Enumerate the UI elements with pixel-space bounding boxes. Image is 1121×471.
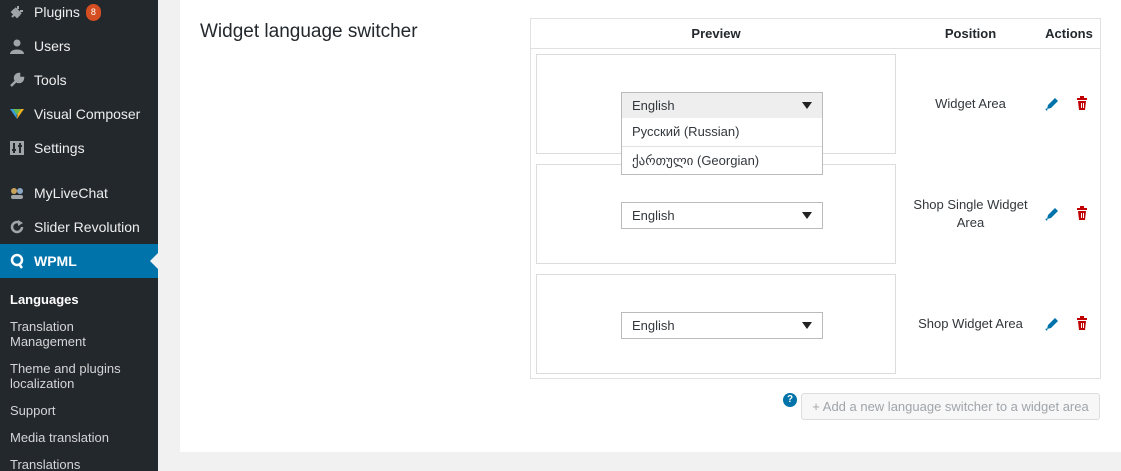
trash-icon[interactable] (1073, 205, 1091, 223)
section-title: Widget language switcher (200, 21, 418, 42)
trash-icon[interactable] (1073, 95, 1091, 113)
submenu-item-translations[interactable]: Translations (10, 457, 150, 471)
menu-item-users[interactable]: Users (0, 29, 158, 63)
language-switcher-table: Preview Position Actions English Русский… (530, 18, 1101, 379)
preview-box: English (536, 274, 896, 374)
position-cell: Widget Area (935, 96, 1006, 111)
submenu-item-languages[interactable]: Languages (10, 292, 150, 307)
caret-down-icon (802, 212, 812, 219)
header-preview: Preview (691, 26, 741, 41)
language-select[interactable]: English (621, 312, 823, 339)
menu-label-mylivechat: MyLiveChat (34, 185, 108, 201)
submenu-item-media-translation[interactable]: Media translation (10, 430, 150, 445)
admin-sidebar: Plugins 8 Users Tools Visual Composer Se… (0, 0, 158, 471)
menu-label-visual-composer: Visual Composer (34, 106, 141, 122)
plug-icon (0, 4, 34, 20)
menu-item-slider-revolution[interactable]: Slider Revolution (0, 210, 158, 244)
preview-box: English (536, 164, 896, 264)
help-icon[interactable]: ? (783, 393, 797, 407)
settings-icon (0, 140, 34, 156)
menu-item-wpml[interactable]: WPML (0, 244, 158, 278)
header-divider (531, 48, 1100, 49)
menu-item-settings[interactable]: Settings (0, 131, 158, 165)
selected-language: English (632, 208, 675, 223)
active-menu-arrow (150, 253, 158, 269)
wrench-icon (0, 72, 34, 88)
add-language-switcher-button[interactable]: + Add a new language switcher to a widge… (801, 393, 1100, 420)
submenu-item-theme-plugins-localization[interactable]: Theme and plugins localization (10, 361, 150, 391)
menu-item-visual-composer[interactable]: Visual Composer (0, 97, 158, 131)
selected-language: English (632, 98, 675, 113)
caret-down-icon (802, 322, 812, 329)
language-dropdown: Русский (Russian) ქართული (Georgian) (621, 118, 823, 175)
caret-down-icon (802, 102, 812, 109)
position-cell: Shop Single Widget Area (913, 197, 1028, 230)
users-icon (0, 38, 34, 54)
menu-label-plugins: Plugins (34, 4, 80, 20)
language-select[interactable]: English (621, 92, 823, 119)
trash-icon[interactable] (1073, 315, 1091, 333)
menu-label-tools: Tools (34, 72, 67, 88)
menu-item-plugins[interactable]: Plugins 8 (0, 0, 158, 29)
edit-icon[interactable] (1043, 95, 1061, 113)
menu-label-users: Users (34, 38, 71, 54)
submenu-item-translation-management[interactable]: Translation Management (10, 319, 150, 349)
menu-item-tools[interactable]: Tools (0, 63, 158, 97)
menu-label-settings: Settings (34, 140, 85, 156)
preview-box: English Русский (Russian) ქართული (Georg… (536, 54, 896, 175)
wpml-icon (0, 253, 34, 269)
header-actions: Actions (1045, 26, 1093, 41)
position-cell: Shop Widget Area (918, 316, 1023, 331)
header-position: Position (944, 26, 997, 41)
menu-label-wpml: WPML (34, 253, 77, 269)
edit-icon[interactable] (1043, 205, 1061, 223)
refresh-icon (0, 219, 34, 235)
menu-item-mylivechat[interactable]: MyLiveChat (0, 176, 158, 210)
selected-language: English (632, 318, 675, 333)
language-select[interactable]: English (621, 202, 823, 229)
menu-label-slider-revolution: Slider Revolution (34, 219, 140, 235)
edit-icon[interactable] (1043, 315, 1061, 333)
visual-composer-icon (0, 106, 34, 122)
chat-icon (0, 185, 34, 201)
plugins-update-badge: 8 (85, 3, 101, 21)
submenu-item-support[interactable]: Support (10, 403, 150, 418)
language-option-georgian[interactable]: ქართული (Georgian) (622, 146, 822, 174)
language-option-russian[interactable]: Русский (Russian) (622, 118, 822, 146)
settings-panel: Widget language switcher Preview Positio… (180, 0, 1121, 452)
